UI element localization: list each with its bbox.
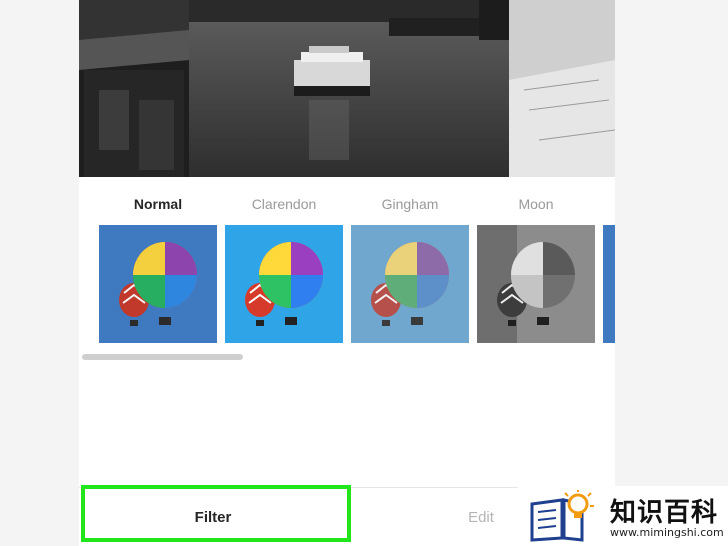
book-bulb-icon xyxy=(530,490,594,542)
filter-label-normal[interactable]: Normal xyxy=(99,196,217,212)
tab-filter[interactable]: Filter xyxy=(79,488,347,546)
filter-thumb-moon[interactable] xyxy=(477,225,595,343)
filter-thumb-normal[interactable] xyxy=(99,225,217,343)
filter-label-clarendon[interactable]: Clarendon xyxy=(225,196,343,212)
watermark-title: 知识百科 xyxy=(610,498,719,528)
filter-scrollbar[interactable] xyxy=(79,352,615,361)
filter-name-row: Normal Clarendon Gingham Moon xyxy=(79,196,615,218)
watermark-url: www.mimingshi.com xyxy=(610,526,724,539)
watermark: 知识百科 www.mimingshi.com xyxy=(518,486,728,546)
filter-thumb-gingham[interactable] xyxy=(351,225,469,343)
filter-thumb-next[interactable] xyxy=(603,225,615,343)
filter-label-moon[interactable]: Moon xyxy=(477,196,595,212)
photo-preview xyxy=(79,0,615,177)
photo-editor-panel: Normal Clarendon Gingham Moon Filter Edi… xyxy=(79,0,615,546)
filter-label-gingham[interactable]: Gingham xyxy=(351,196,469,212)
filter-thumb-clarendon[interactable] xyxy=(225,225,343,343)
filter-scrollbar-thumb[interactable] xyxy=(82,354,243,360)
